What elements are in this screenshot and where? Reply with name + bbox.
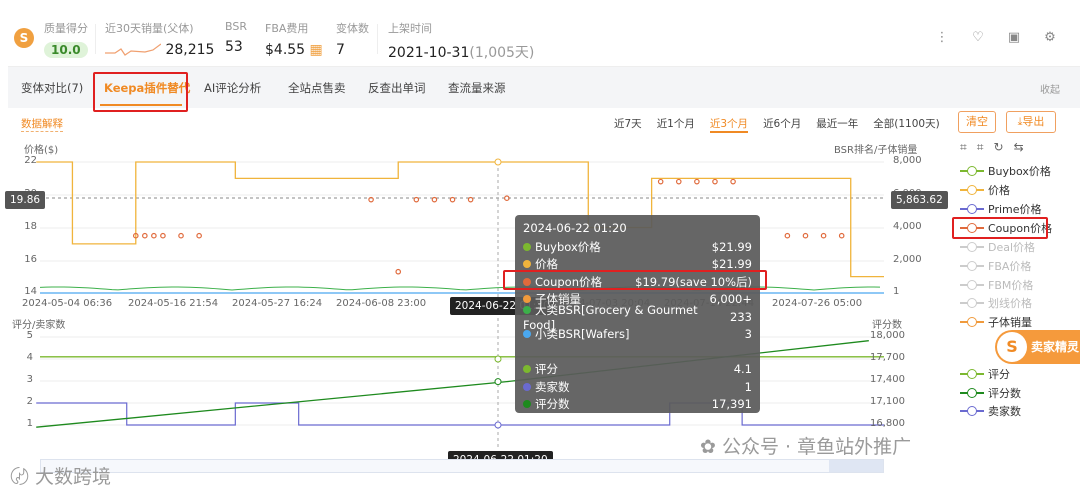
y-tick-right: 4,000 [893,221,922,232]
y-tick-right: 8,000 [893,155,922,166]
coupon-point [467,196,474,203]
cursor-value-right: 5,863.62 [891,191,948,209]
tooltip-row: 大类BSR[Grocery & Gourmet Food] 233 [523,302,752,332]
y-tick-right: 1 [893,286,900,297]
tooltip-row: Buybox价格 $21.99 [523,238,752,256]
tooltip-date: 2024-06-22 01:20 [523,221,627,235]
cursor-point [494,355,502,363]
y-tick-right: 18,000 [870,330,905,341]
series-dot-icon [523,305,531,314]
coupon-point [730,178,736,185]
coupon-point [694,178,700,185]
series-dot-icon [523,260,531,269]
coupon-point [142,232,148,239]
tooltip: 2024-06-22 01:20 Buybox价格 $21.99 价格 $21.99 C… [515,215,760,413]
series-dot-icon [523,330,531,339]
top-ylabel-left: 价格($) [24,145,59,156]
x-tick: 2024-05-27 16:24 [232,298,323,309]
coupon-point [675,178,682,185]
coupon-point [395,268,402,275]
coupon-point [151,232,157,239]
series-dot-icon [523,365,531,374]
coupon-point [449,196,456,203]
coupon-point [196,232,202,239]
y-tick-right: 17,100 [870,396,905,407]
zoom-slider[interactable] [40,459,884,473]
coupon-point [657,178,664,185]
slider-handle[interactable] [829,460,883,472]
cursor-point [494,158,502,166]
y-tick-right: 2,000 [893,254,922,265]
y-tick-right: 16,800 [870,418,905,429]
tooltip-row: 评分数 17,391 [523,396,752,414]
y-tick-left: 1 [26,418,33,429]
bottom-ylabel-left: 评分/卖家数 [12,320,66,331]
coupon-point [413,196,420,203]
y-tick-left: 4 [26,352,33,363]
x-tick: 2024-05-16 21:54 [128,298,219,309]
coupon-point [431,196,438,203]
tooltip-row: 评分 4.1 [523,361,752,379]
y-tick-left: 3 [26,374,33,385]
series-dot-icon [523,382,531,391]
x-tick: 2024-06-08 23:00 [336,298,427,309]
y-tick-left: 5 [26,330,33,341]
y-tick-left: 18 [24,221,37,232]
highlight-box [503,270,767,290]
tooltip-row [523,343,752,361]
cursor-point [494,378,502,386]
top-ylabel-right: BSR排名/子体销量 [834,145,918,156]
watermark-left: 〄 大数跨境 [10,466,112,488]
series-dot-icon [523,400,531,409]
y-tick-left: 14 [24,286,37,297]
coupon-point [178,232,184,239]
y-tick-left: 16 [24,254,37,265]
y-tick-left: 2 [26,396,33,407]
coupon-point [802,232,809,239]
coupon-point [160,232,166,239]
tooltip-row: 卖家数 1 [523,378,752,396]
coupon-point [712,178,718,185]
y-tick-left: 22 [24,155,37,166]
watermark-right: ✿ 公众号 · 章鱼站外推广 [700,436,912,458]
cursor-point [494,421,502,429]
series-dot-icon [523,242,531,251]
x-tick: 2024-07-26 05:00 [772,298,863,309]
y-tick-right: 17,400 [870,374,905,385]
coupon-point [820,232,827,239]
coupon-point [784,232,791,239]
y-tick-right: 17,700 [870,352,905,363]
coupon-point [838,232,845,239]
cursor-value-left: 19.86 [5,191,46,209]
x-tick: 2024-05-04 06:36 [22,298,113,309]
bottom-ylabel-right: 评分数 [872,320,902,331]
